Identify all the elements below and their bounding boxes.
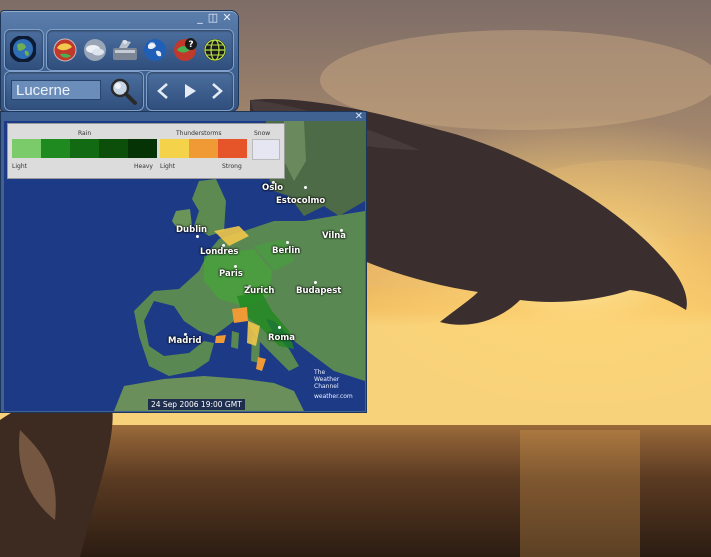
city-label-estocolmo[interactable]: Estocolmo [276, 196, 325, 206]
blue-globe-icon[interactable] [141, 36, 169, 64]
thunderstorm-light-label: Light [160, 163, 175, 170]
search-panel [4, 71, 144, 111]
svg-text:?: ? [188, 40, 193, 50]
minimize-button[interactable]: _ [194, 12, 206, 23]
city-label-roma[interactable]: Roma [268, 333, 295, 343]
radar-dish-icon[interactable] [111, 36, 139, 64]
city-label-vilna[interactable]: Vilna [322, 231, 346, 241]
city-marker [286, 241, 289, 244]
city-label-budapest[interactable]: Budapest [296, 286, 341, 296]
brand-line: Weather [314, 376, 340, 383]
forward-button[interactable] [206, 81, 228, 101]
navigation-panel [146, 71, 234, 111]
snow-swatch [252, 139, 280, 160]
cloud-globe-icon[interactable] [81, 36, 109, 64]
rain-swatch [12, 139, 41, 158]
maximize-button[interactable]: ◫ [207, 12, 219, 23]
city-label-berlin[interactable]: Berlin [272, 246, 300, 256]
brand-line: The [314, 369, 326, 376]
rain-legend-title: Rain [78, 130, 92, 137]
thunderstorm-swatch [218, 139, 247, 158]
rain-heavy-label: Heavy [134, 163, 153, 170]
weather-globe-icon[interactable] [51, 36, 79, 64]
city-label-zurich[interactable]: Zurich [244, 286, 274, 296]
search-icon[interactable] [108, 76, 138, 106]
app-logo-panel [4, 29, 44, 71]
thunderstorm-swatch [189, 139, 218, 158]
help-globe-icon[interactable]: ? [171, 36, 199, 64]
back-button[interactable] [152, 81, 174, 101]
weather-map[interactable]: Rain Thunderstorms Snow Light Heavy Ligh… [4, 121, 365, 411]
thunderstorm-strong-label: Strong [222, 163, 242, 170]
map-timestamp: 24 Sep 2006 19:00 GMT [148, 399, 245, 410]
city-label-dublin[interactable]: Dublin [176, 225, 207, 235]
city-label-madrid[interactable]: Madrid [168, 336, 201, 346]
city-marker [234, 265, 237, 268]
rain-swatch [41, 139, 70, 158]
location-search-input[interactable] [11, 80, 101, 100]
city-marker [304, 186, 307, 189]
rain-swatch [99, 139, 128, 158]
close-button[interactable]: ✕ [221, 12, 233, 23]
weather-toolbar: _ ◫ ✕ ? Lucerne [0, 10, 239, 112]
precipitation-legend: Rain Thunderstorms Snow Light Heavy Ligh… [7, 123, 285, 179]
city-label-oslo[interactable]: Oslo [262, 183, 283, 193]
city-label-paris[interactable]: Paris [219, 269, 243, 279]
rain-light-label: Light [12, 163, 27, 170]
city-marker [196, 235, 199, 238]
rain-swatch [128, 139, 157, 158]
globe-logo-icon[interactable] [9, 35, 37, 63]
tool-icons-panel: ? [46, 29, 234, 71]
weather-map-window: ✕ Rain Thunderstorms Snow Light Heavy Li… [0, 111, 367, 413]
play-button[interactable] [179, 81, 201, 101]
city-marker [314, 281, 317, 284]
brand-line: Channel [314, 383, 339, 390]
city-label-londres[interactable]: Londres [200, 247, 238, 257]
thunderstorms-legend-title: Thunderstorms [176, 130, 222, 137]
weather-channel-logo: The Weather Channel weather.com [314, 369, 362, 400]
rain-swatch [70, 139, 99, 158]
thunderstorm-swatch [160, 139, 189, 158]
wireframe-globe-icon[interactable] [201, 36, 229, 64]
brand-url[interactable]: weather.com [314, 393, 362, 400]
snow-legend-title: Snow [254, 130, 271, 137]
city-marker [278, 326, 281, 329]
